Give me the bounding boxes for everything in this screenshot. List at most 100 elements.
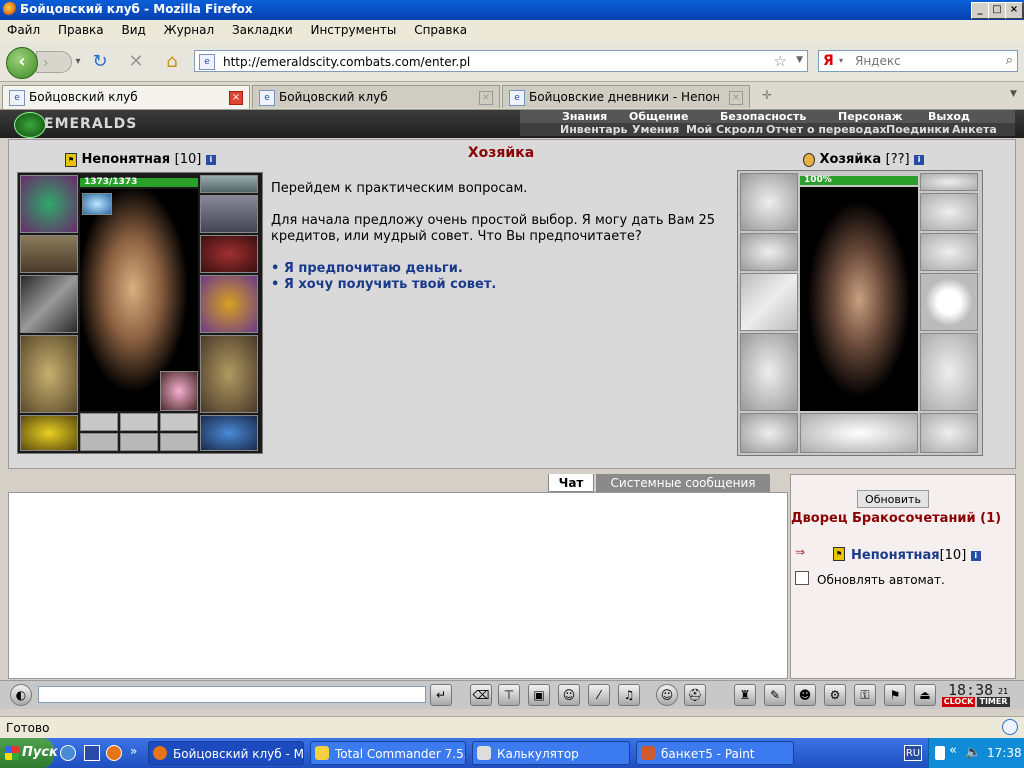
stop-icon[interactable]: ✕: [126, 52, 146, 72]
search-input[interactable]: [853, 53, 997, 69]
task-total-commander[interactable]: Total Commander 7.55 - ...: [310, 741, 466, 765]
private-icon[interactable]: ☺: [558, 684, 580, 706]
tab-3[interactable]: e Бойцовские дневники - Непонятная ×: [502, 85, 750, 108]
slot-small-2[interactable]: [120, 413, 158, 431]
system-clock[interactable]: 17:38: [987, 746, 1022, 760]
slot-rings[interactable]: [200, 195, 258, 233]
firefox-quicklaunch-icon[interactable]: [106, 745, 122, 761]
home-icon[interactable]: ⌂: [162, 52, 182, 72]
url-dropdown-icon[interactable]: ▼: [796, 55, 803, 65]
info-icon[interactable]: i: [205, 154, 216, 165]
timer-label[interactable]: TIMER: [977, 697, 1010, 707]
menu-view[interactable]: Вид: [114, 20, 152, 37]
smiley-icon[interactable]: ☺: [656, 684, 678, 706]
exit-icon[interactable]: ⏏: [914, 684, 936, 706]
submenu-skills[interactable]: Умения: [632, 123, 679, 136]
slot-boots[interactable]: [200, 415, 258, 451]
slot-weapon-left[interactable]: [20, 275, 78, 333]
menu-security[interactable]: Безопасность: [720, 110, 806, 123]
slot-bracers[interactable]: [20, 235, 78, 273]
slot-small-4[interactable]: [80, 433, 118, 451]
helmet-icon[interactable]: ⛑: [684, 684, 706, 706]
chat-area[interactable]: [8, 492, 788, 679]
ie-quicklaunch-icon[interactable]: [60, 745, 76, 761]
option-money-text[interactable]: Я предпочитаю деньги.: [284, 261, 463, 276]
close-button[interactable]: ×: [1005, 2, 1023, 19]
slot-small-3[interactable]: [160, 413, 198, 431]
menu-history[interactable]: Журнал: [157, 20, 222, 37]
eraser-icon[interactable]: ⌫: [470, 684, 492, 706]
menu-bookmarks[interactable]: Закладки: [225, 20, 300, 37]
dialog-option-money[interactable]: • Я предпочитаю деньги.: [271, 261, 731, 277]
tab-1[interactable]: e Бойцовский клуб ×: [2, 85, 250, 109]
buff-icon[interactable]: [82, 193, 112, 215]
send-icon[interactable]: ↵: [430, 684, 452, 706]
tab-close-icon[interactable]: ×: [729, 91, 743, 105]
sound-icon[interactable]: ♫: [618, 684, 640, 706]
menu-help[interactable]: Справка: [407, 20, 474, 37]
slot-armor[interactable]: [20, 335, 78, 413]
tab-list-icon[interactable]: ▼: [1010, 89, 1017, 99]
save-icon[interactable]: ▣: [528, 684, 550, 706]
gear-icon[interactable]: ⚙: [824, 684, 846, 706]
tray-expand-icon[interactable]: «: [949, 743, 957, 758]
slot-small-5[interactable]: [120, 433, 158, 451]
history-dropdown-icon[interactable]: ▾: [68, 52, 88, 72]
quicklaunch-more-icon[interactable]: »: [130, 744, 137, 758]
yandex-icon[interactable]: Я: [823, 53, 834, 69]
chat-mode-icon[interactable]: ◐: [10, 684, 32, 706]
minimize-button[interactable]: _: [971, 2, 989, 19]
bag-icon[interactable]: ♜: [734, 684, 756, 706]
volume-icon[interactable]: 🔈: [965, 745, 981, 760]
slot-belt[interactable]: [20, 415, 78, 451]
option-advice-text[interactable]: Я хочу получить твой совет.: [284, 277, 496, 292]
player-name[interactable]: Непонятная: [82, 152, 171, 167]
search-engine-dropdown-icon[interactable]: ▾: [839, 56, 843, 65]
menu-communication[interactable]: Общение: [629, 110, 688, 123]
filter-icon[interactable]: ⊤: [498, 684, 520, 706]
submenu-transfer-report[interactable]: Отчет о переводах: [766, 123, 887, 136]
slot-small-6[interactable]: [160, 433, 198, 451]
search-box[interactable]: Я ▾ ⌕: [818, 50, 1018, 72]
forward-button[interactable]: ›: [36, 51, 72, 73]
reload-icon[interactable]: ↻: [90, 52, 110, 72]
clock-label[interactable]: CLOCK: [942, 697, 975, 707]
info-icon[interactable]: i: [914, 154, 925, 165]
lock-icon[interactable]: ⚿: [854, 684, 876, 706]
refresh-button[interactable]: Обновить: [857, 490, 929, 508]
menu-tools[interactable]: Инструменты: [303, 20, 403, 37]
address-bar[interactable]: e http://emeraldscity.combats.com/enter.…: [194, 50, 808, 72]
auto-refresh-checkbox[interactable]: [795, 571, 809, 585]
submenu-inventory[interactable]: Инвентарь: [560, 123, 627, 136]
tab-close-icon[interactable]: ×: [479, 91, 493, 105]
search-icon[interactable]: ⌕: [1006, 53, 1013, 68]
submenu-battles[interactable]: Поединки: [886, 123, 950, 136]
member-name[interactable]: Непонятная: [851, 548, 940, 563]
npc-name[interactable]: Хозяйка: [820, 152, 882, 167]
translit-icon[interactable]: ⁄: [588, 684, 610, 706]
new-tab-icon[interactable]: ✛: [762, 88, 772, 102]
back-button[interactable]: ‹: [6, 47, 38, 79]
bookmark-star-icon[interactable]: ☆: [774, 52, 787, 70]
chat-input[interactable]: [38, 686, 426, 703]
dialog-option-advice[interactable]: • Я хочу получить твой совет.: [271, 277, 731, 293]
tab-close-icon[interactable]: ×: [229, 91, 243, 105]
start-button[interactable]: Пуск: [0, 738, 58, 768]
task-browser[interactable]: Бойцовский клуб - M...: [148, 741, 304, 765]
room-member[interactable]: Непонятная[10] i: [851, 548, 981, 563]
slot-helmet-amulet[interactable]: [20, 175, 78, 233]
submenu-my-scroll[interactable]: Мой Скролл: [686, 123, 763, 136]
tab-2[interactable]: e Бойцовский клуб ×: [252, 85, 500, 108]
flag-icon[interactable]: ⚑: [884, 684, 906, 706]
slot-small-1[interactable]: [80, 413, 118, 431]
menu-knowledge[interactable]: Знания: [562, 110, 607, 123]
slot-weapon-right[interactable]: [200, 275, 258, 333]
private-message-arrow-icon[interactable]: ⇒: [795, 545, 805, 559]
save-quicklaunch-icon[interactable]: [84, 745, 100, 761]
tray-app-icon[interactable]: [935, 746, 945, 760]
slot-pants[interactable]: [200, 335, 258, 413]
slot-earrings[interactable]: [200, 175, 258, 193]
menu-edit[interactable]: Правка: [51, 20, 111, 37]
pet-slot[interactable]: [160, 371, 198, 411]
mask-icon[interactable]: ☻: [794, 684, 816, 706]
